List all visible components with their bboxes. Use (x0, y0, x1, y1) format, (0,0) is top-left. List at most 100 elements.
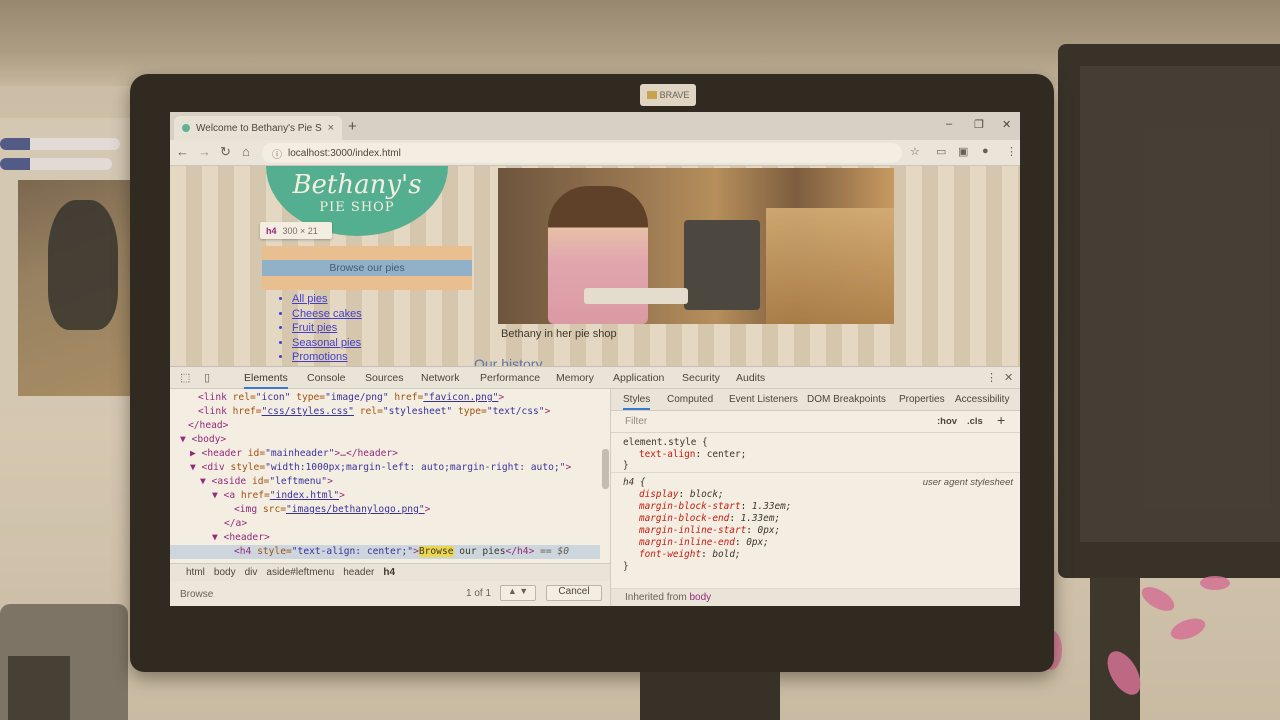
second-monitor-stand (1090, 578, 1140, 720)
node-link[interactable]: "css/styles.css" (262, 406, 354, 417)
pie-link-seasonal[interactable]: Seasonal pies (292, 336, 362, 351)
inherited-section: Inherited from body (611, 589, 1020, 606)
find-input[interactable]: Browse (180, 589, 213, 600)
tab-styles[interactable]: Styles (623, 394, 651, 410)
forward-icon[interactable]: → (198, 144, 211, 159)
address-toolbar: ← → ↻ ⌂ ⓘ localhost:3000/index.html ☆ ▭ … (170, 140, 1020, 166)
menu-kebab-icon[interactable]: ⋮ (1006, 145, 1017, 158)
node-link[interactable]: "index.html" (270, 490, 339, 501)
crumb-div[interactable]: div (245, 567, 258, 578)
dog-photo (18, 180, 138, 396)
devtools-close-icon[interactable]: ✕ (1004, 371, 1013, 384)
prop-value: 0px; (757, 525, 781, 536)
rule-selector: element.style { (623, 437, 708, 448)
node-link[interactable]: "images/bethanylogo.png" (286, 504, 425, 515)
node-attr: rel= (232, 392, 256, 403)
tab-dom-breakpoints[interactable]: DOM Breakpoints (807, 394, 886, 405)
crumb-aside[interactable]: aside#leftmenu (266, 567, 334, 578)
devtools-menu-icon[interactable]: ⋮ (986, 371, 997, 384)
styles-filter: Filter :hov .cls + (611, 411, 1020, 433)
tab-security[interactable]: Security (682, 372, 720, 384)
dom-node[interactable]: </head> (170, 419, 600, 433)
add-rule-icon[interactable]: + (997, 412, 1005, 428)
extension-icon[interactable]: ▣ (958, 145, 968, 158)
info-icon[interactable]: ⓘ (272, 146, 282, 161)
pie-link-cheese-cakes[interactable]: Cheese cakes (292, 307, 362, 322)
inspect-element-icon[interactable]: ⬚ (180, 371, 190, 384)
prop-key: display (639, 489, 679, 500)
tab-sources[interactable]: Sources (365, 372, 404, 384)
window-close-icon[interactable]: ✕ (1002, 118, 1011, 131)
hov-toggle[interactable]: :hov (937, 416, 957, 427)
inspect-tooltip: h4 300 × 21 (260, 222, 332, 239)
tab-computed[interactable]: Computed (667, 394, 713, 405)
crumb-html[interactable]: html (186, 567, 205, 578)
dom-node-selected[interactable]: <h4 style="text-align: center;">Browse o… (170, 545, 600, 560)
crumb-body[interactable]: body (214, 567, 236, 578)
dom-node[interactable]: ▼ <header> (170, 531, 600, 545)
dom-node[interactable]: ▼ <div style="width:1000px;margin-left: … (170, 461, 600, 475)
prop-key: margin-inline-end (639, 537, 735, 548)
dom-node[interactable]: <img src="images/bethanylogo.png"> (170, 503, 600, 517)
tab-event-listeners[interactable]: Event Listeners (729, 394, 798, 405)
node-val: "stylesheet" (382, 406, 453, 417)
dom-node[interactable]: ▶ <header id="mainheader">…</header> (170, 447, 600, 461)
browser-tab[interactable]: Welcome to Bethany's Pie Shop! × (174, 116, 342, 140)
pie-link-promotions[interactable]: Promotions (292, 350, 362, 365)
minimize-icon[interactable]: – (946, 118, 952, 130)
node-attr: href= (232, 406, 262, 417)
tooltip-dims: 300 × 21 (282, 225, 318, 236)
home-icon[interactable]: ⌂ (242, 144, 250, 159)
filter-input[interactable]: Filter (625, 416, 647, 427)
elements-scrollbar[interactable] (602, 449, 609, 489)
rule-property: margin-block-end: 1.33em; (639, 513, 781, 524)
dom-node[interactable]: <link rel="icon" type="image/png" href="… (170, 391, 600, 405)
tab-audits[interactable]: Audits (736, 372, 765, 384)
find-nav-arrows[interactable]: ▲ ▼ (500, 585, 536, 601)
profile-icon[interactable]: ● (982, 145, 989, 157)
element-style-rule: element.style { text-align: center; } (611, 433, 1020, 473)
tab-application[interactable]: Application (613, 372, 664, 384)
dom-node[interactable]: <link href="css/styles.css" rel="stylesh… (170, 405, 600, 419)
elements-tree: <link rel="icon" type="image/png" href="… (170, 389, 610, 585)
node-tag: ▼ <a (212, 490, 241, 501)
tab-network[interactable]: Network (421, 372, 460, 384)
node-attr: rel= (353, 406, 383, 417)
cast-icon[interactable]: ▭ (936, 145, 946, 158)
bookmark-star-icon[interactable]: ☆ (910, 145, 920, 158)
rule-property[interactable]: text-align: center; (639, 449, 746, 461)
tab-accessibility[interactable]: Accessibility (955, 394, 1009, 405)
node-tag: </h4> (505, 546, 535, 557)
crumb-header[interactable]: header (343, 567, 374, 578)
pie-link-fruit[interactable]: Fruit pies (292, 321, 362, 336)
pie-link-all[interactable]: All pies (292, 292, 362, 307)
address-bar[interactable]: ⓘ localhost:3000/index.html (262, 143, 902, 163)
favicon-icon (182, 124, 190, 132)
find-cancel-button[interactable]: Cancel (546, 585, 602, 601)
crumb-h4[interactable]: h4 (383, 567, 395, 578)
tab-close-icon[interactable]: × (328, 122, 334, 134)
tab-properties[interactable]: Properties (899, 394, 945, 405)
device-toolbar-icon[interactable]: ▯ (204, 371, 210, 384)
cls-toggle[interactable]: .cls (967, 416, 983, 427)
tab-memory[interactable]: Memory (556, 372, 594, 384)
node-attr: type= (452, 406, 487, 417)
inherited-tag[interactable]: body (689, 592, 711, 603)
dom-node[interactable]: ▼ <body> (170, 433, 600, 447)
back-icon[interactable]: ← (176, 144, 189, 159)
styles-tabs: Styles Computed Event Listeners DOM Brea… (611, 389, 1020, 411)
new-tab-icon[interactable]: + (348, 118, 357, 135)
dom-node[interactable]: </a> (170, 517, 600, 531)
dom-node[interactable]: ▼ <aside id="leftmenu"> (170, 475, 600, 489)
node-link[interactable]: "favicon.png" (423, 392, 498, 403)
tab-performance[interactable]: Performance (480, 372, 540, 384)
prop-value: bold; (712, 549, 741, 560)
logo-line1: Bethany's (292, 170, 422, 200)
tab-elements[interactable]: Elements (244, 372, 288, 389)
tab-console[interactable]: Console (307, 372, 346, 384)
dom-node[interactable]: ▼ <a href="index.html"> (170, 489, 600, 503)
node-attr: type= (290, 392, 326, 403)
reload-icon[interactable]: ↻ (220, 144, 231, 160)
maximize-icon[interactable]: ❐ (974, 118, 984, 131)
node-tag: > (327, 476, 333, 487)
